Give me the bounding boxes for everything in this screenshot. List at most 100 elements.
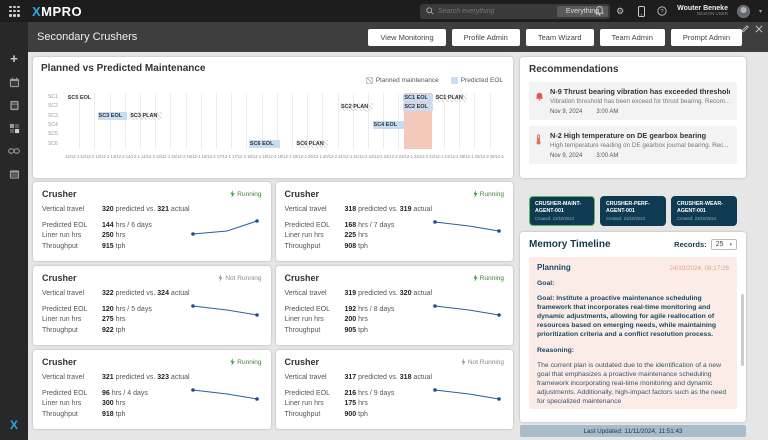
gantt-row-label: SC4: [41, 121, 63, 130]
crusher-title: Crusher: [42, 189, 77, 199]
page-template-icon[interactable]: [8, 99, 20, 111]
top-bar-right: ⚙ ? Wouter Beneke DESIGN USER ▾: [593, 0, 762, 22]
axis-tick-label: 17/12-1: [217, 152, 232, 161]
reasoning-text: The current plan is outdated due to the …: [537, 361, 729, 406]
planned-maintenance-swatch: [366, 77, 373, 84]
metric-label: Liner run hrs: [42, 315, 102, 326]
metric-label: Predicted EOL: [42, 305, 102, 316]
apps-grid-icon[interactable]: [9, 6, 20, 17]
metric-label: Liner run hrs: [285, 231, 345, 242]
agent-created: Created: 23/10/2024: [535, 216, 589, 221]
user-avatar[interactable]: [737, 5, 750, 18]
gantt-chart: SC1SC2SC3SC4SC5SC6 SC5 EOLSC3 EOLSC3 PLA…: [41, 93, 505, 149]
agent-card[interactable]: CRUSHER-MAINT-AGENT-001 Created: 23/10/2…: [529, 196, 595, 226]
close-icon[interactable]: [755, 25, 763, 35]
gantt-row-labels: SC1SC2SC3SC4SC5SC6: [41, 93, 63, 149]
user-menu[interactable]: Wouter Beneke DESIGN USER: [677, 5, 728, 18]
last-updated-text: Last Updated: 11/11/2024, 11:51:43: [583, 428, 682, 435]
user-caret-down-icon[interactable]: ▾: [759, 8, 762, 15]
gantt-bar: SC2 EOL: [403, 103, 432, 111]
gantt-bar: SC1 EOL: [403, 94, 432, 102]
metric-label: Vertical travel: [42, 289, 102, 300]
metric-label: Vertical travel: [285, 205, 345, 216]
add-new-icon[interactable]: +: [8, 53, 20, 65]
recommendations-panel: Recommendations N-9 Thrust bearing vibra…: [520, 57, 746, 178]
header-buttons: View Monitoring Profile Admin Team Wizar…: [368, 29, 742, 46]
status-badge: Running: [473, 274, 504, 282]
crusher-title: Crusher: [285, 189, 320, 199]
calendar-icon[interactable]: [8, 76, 20, 88]
axis-tick-label: 24/12-2: [444, 152, 459, 161]
axis-tick-label: 15/12-2: [171, 152, 186, 161]
trend-sparkline: [189, 299, 261, 323]
memory-entry[interactable]: Planning 24/10/2024, 08:17:26 Goal: Goal…: [529, 257, 737, 409]
gantt-bar: SC6 PLAN: [296, 140, 329, 148]
trend-sparkline: [431, 215, 503, 239]
profile-admin-button[interactable]: Profile Admin: [452, 29, 520, 46]
recommendation-item[interactable]: N-2 High temperature on DE gearbox beari…: [529, 126, 737, 164]
prompt-admin-button[interactable]: Prompt Admin: [671, 29, 742, 46]
app-screen: XMPRO Everything ⚙ ? Wouter Beneke DESIG…: [0, 0, 768, 440]
mobile-device-icon[interactable]: [635, 5, 647, 17]
agent-created: Created: 23/10/2024: [677, 216, 731, 221]
crusher-card: Crusher Running Vertical travel320 predi…: [33, 182, 271, 261]
axis-tick-label: 17/12-2: [232, 152, 247, 161]
crusher-card: Crusher Running Vertical travel318 predi…: [276, 182, 514, 261]
metric-label: Predicted EOL: [285, 221, 345, 232]
legend-predicted-label: Predicted EOL: [461, 77, 503, 84]
crusher-card: Crusher Running Vertical travel321 predi…: [33, 350, 271, 429]
metric-label: Predicted EOL: [42, 389, 102, 400]
metric-label: Vertical travel: [285, 373, 345, 384]
dashboard-blocks-icon[interactable]: [8, 122, 20, 134]
team-wizard-button[interactable]: Team Wizard: [526, 29, 594, 46]
top-bar: XMPRO Everything ⚙ ? Wouter Beneke DESIG…: [0, 0, 768, 22]
axis-tick-label: 14/12-1: [126, 152, 141, 161]
gantt-row-label: SC1: [41, 93, 63, 102]
trend-sparkline: [431, 383, 503, 407]
xmpro-logo[interactable]: XMPRO: [32, 4, 82, 19]
edit-pencil-icon[interactable]: [741, 25, 749, 35]
axis-tick-label: 22/12-1: [368, 152, 383, 161]
view-monitoring-button[interactable]: View Monitoring: [368, 29, 445, 46]
settings-gear-icon[interactable]: ⚙: [614, 5, 626, 17]
trend-sparkline: [431, 299, 503, 323]
status-badge: Running: [230, 358, 261, 366]
metric-label: Vertical travel: [42, 373, 102, 384]
metric-label: Predicted EOL: [42, 221, 102, 232]
gantt-bar: SC1 PLAN: [435, 94, 468, 102]
user-role: DESIGN USER: [677, 12, 728, 17]
metric-label: Liner run hrs: [285, 399, 345, 410]
metric-label: Throughput: [285, 326, 345, 337]
xmpro-x-logo[interactable]: X: [0, 418, 28, 432]
agent-card[interactable]: CRUSHER-WEAR-AGENT-001 Created: 23/10/20…: [671, 196, 737, 226]
entry-timestamp: 24/10/2024, 08:17:26: [669, 265, 729, 272]
search-input[interactable]: [434, 8, 557, 15]
metric-label: Throughput: [42, 326, 102, 337]
notifications-bell-icon[interactable]: [593, 5, 605, 17]
recommendation-title: N-2 High temperature on DE gearbox beari…: [550, 131, 730, 140]
axis-tick-label: 14/12-2: [141, 152, 156, 161]
axis-tick-label: 19/12-1: [277, 152, 292, 161]
goal-label: Goal:: [537, 279, 729, 288]
search-icon: [426, 7, 434, 15]
trend-sparkline: [189, 383, 261, 407]
link-icon[interactable]: [8, 145, 20, 157]
axis-tick-label: 25/12-2: [475, 152, 490, 161]
crusher-title: Crusher: [42, 273, 77, 283]
metric-label: Throughput: [285, 410, 345, 421]
team-admin-button[interactable]: Team Admin: [600, 29, 665, 46]
gantt-bar: SC3 PLAN: [129, 112, 162, 120]
records-select[interactable]: 25 ▾: [711, 239, 737, 250]
scrollbar-thumb[interactable]: [741, 294, 744, 366]
status-badge: Running: [473, 190, 504, 198]
data-grid-icon[interactable]: [8, 168, 20, 180]
axis-tick-label: 12/12-2: [80, 152, 95, 161]
agent-card[interactable]: CRUSHER-PERF-AGENT-001 Created: 23/10/20…: [600, 196, 666, 226]
axis-tick-label: 15/12-1: [156, 152, 171, 161]
help-icon[interactable]: ?: [656, 5, 668, 17]
chevron-down-icon: ▾: [729, 242, 732, 248]
axis-tick-label: 13/12-1: [95, 152, 110, 161]
axis-tick-label: 24/12-1: [429, 152, 444, 161]
menu-hamburger-icon[interactable]: [9, 30, 20, 42]
recommendation-item[interactable]: N-9 Thrust bearing vibration has exceede…: [529, 82, 737, 120]
